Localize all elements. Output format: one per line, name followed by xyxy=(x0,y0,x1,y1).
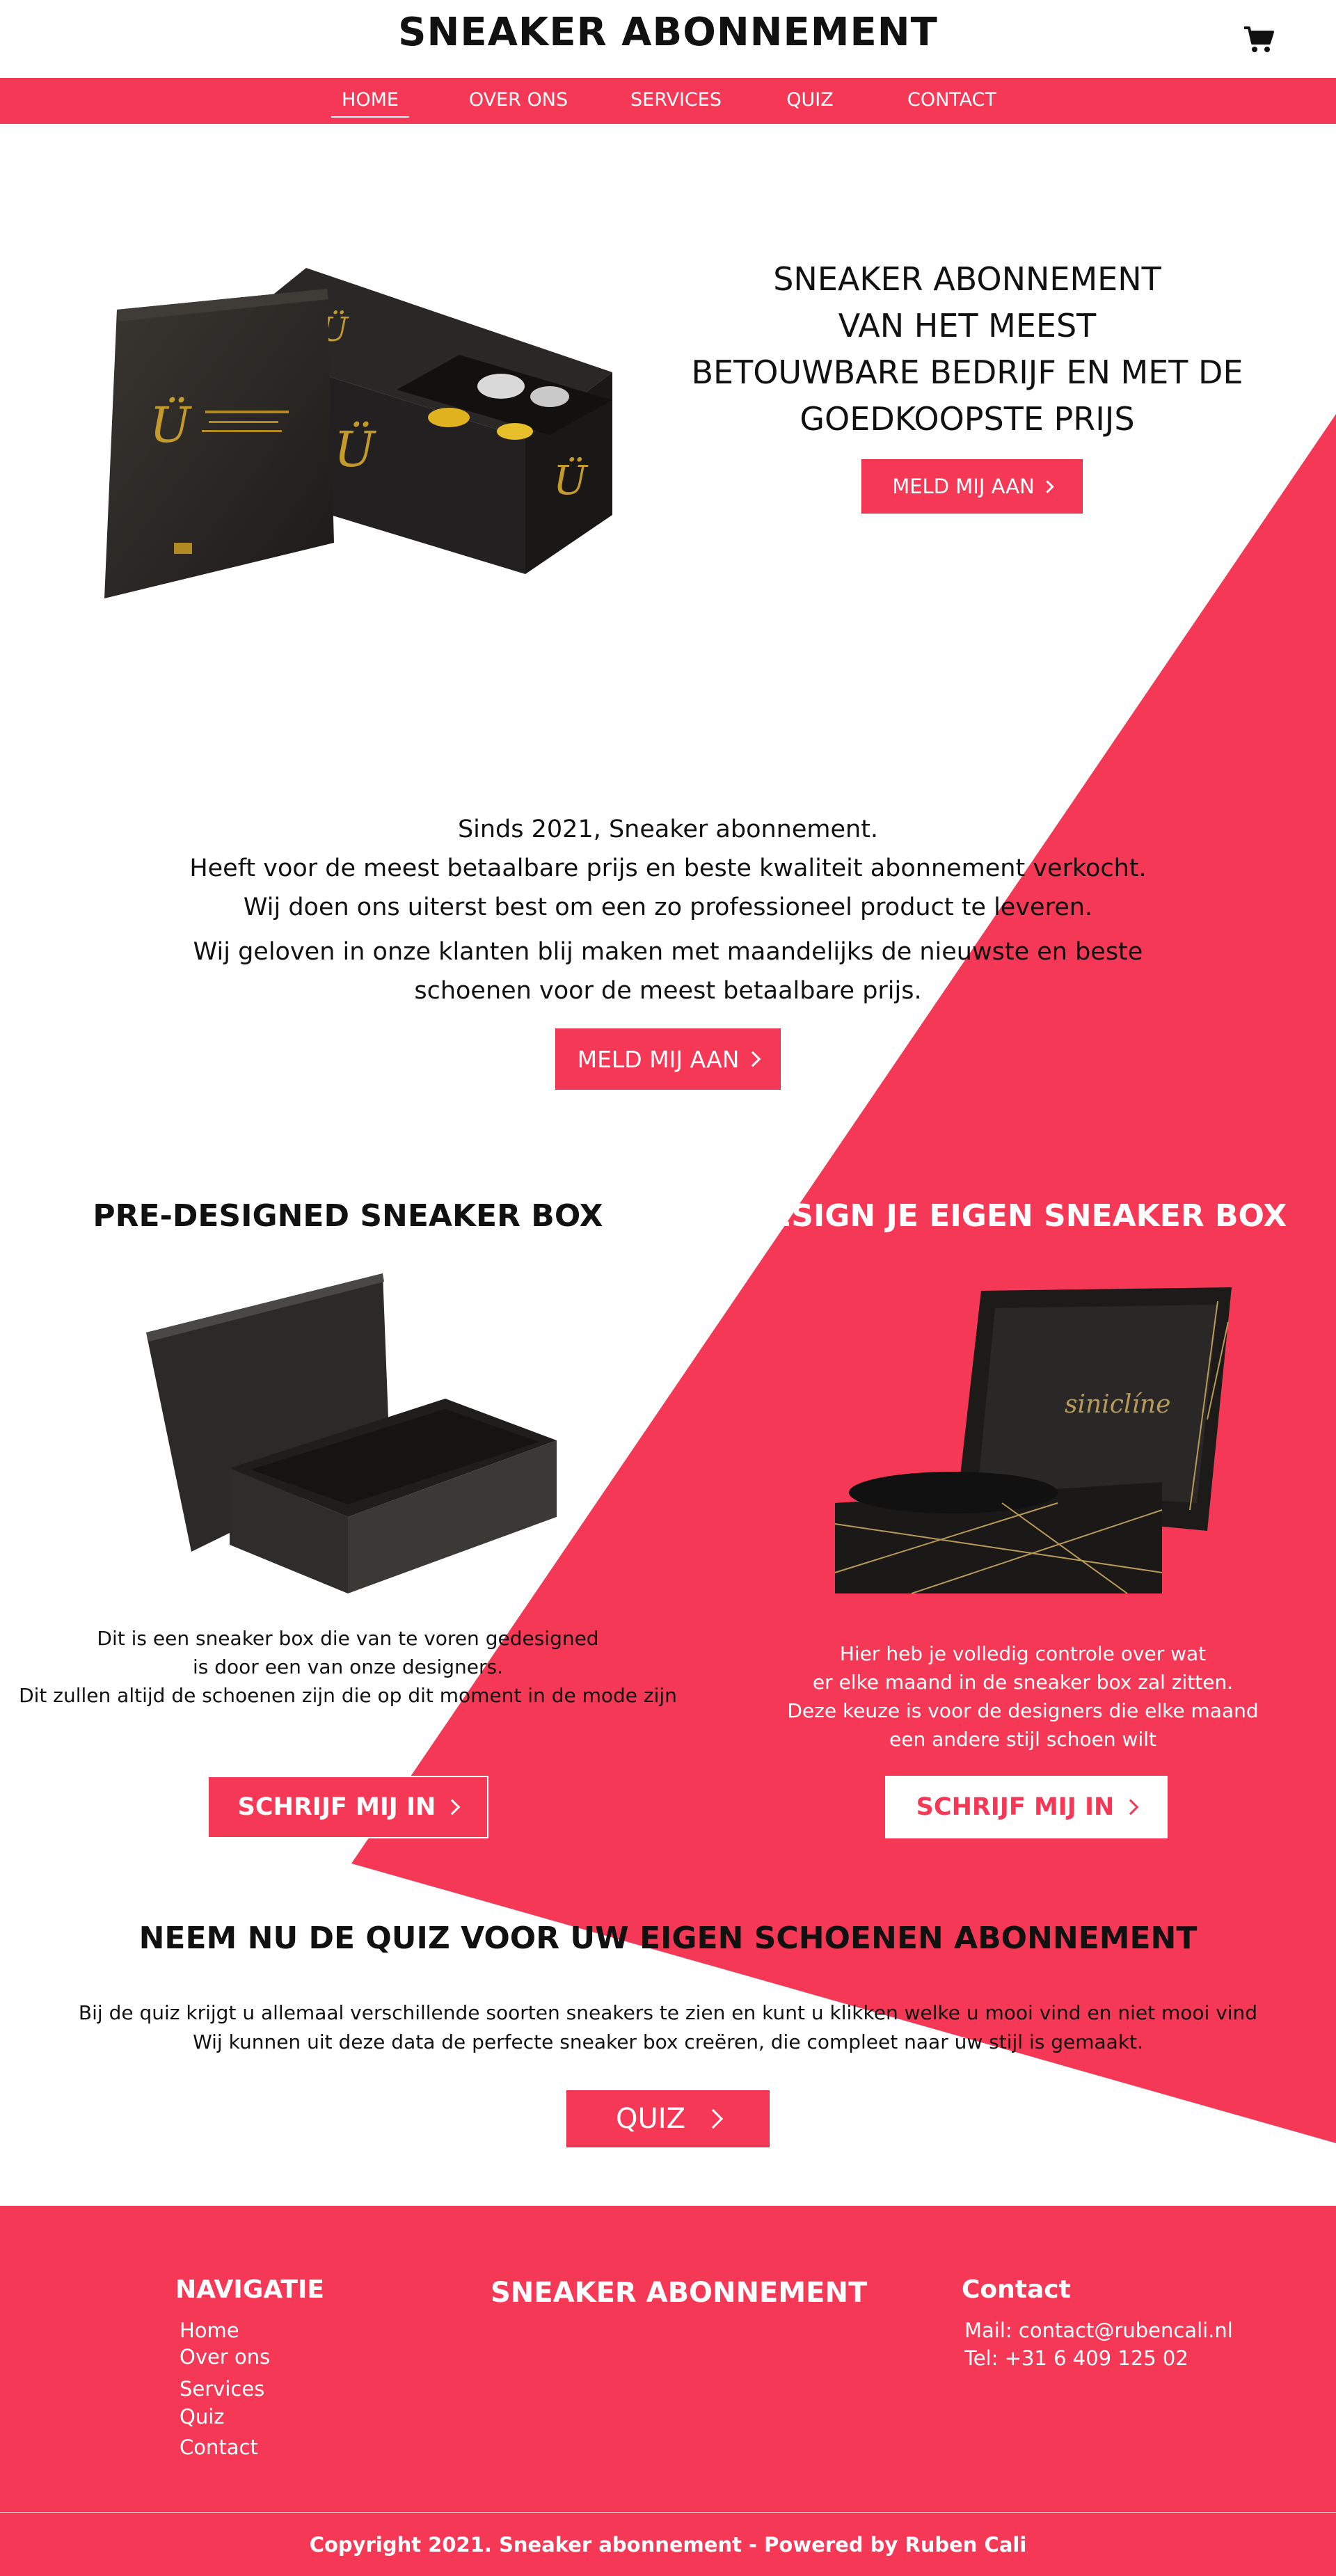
custom-subscribe-button[interactable]: SCHRIJF MIJ IN xyxy=(885,1776,1168,1838)
predesigned-title: PRE-DESIGNED SNEAKER BOX xyxy=(93,1198,603,1234)
footer-link-home[interactable]: Home xyxy=(180,2319,239,2342)
footer-link-services[interactable]: Services xyxy=(180,2377,264,2401)
svg-text:Ü: Ü xyxy=(553,456,589,504)
nav-item-quiz[interactable]: QUIZ xyxy=(785,89,835,111)
main-nav: HOME OVER ONS SERVICES QUIZ CONTACT xyxy=(0,78,1336,124)
nav-item-over-ons[interactable]: OVER ONS xyxy=(466,89,571,111)
chevron-right-icon xyxy=(745,1051,761,1067)
quiz-text-line: Wij kunnen uit deze data de perfecte sne… xyxy=(193,2030,1143,2053)
about-signup-label: MELD MIJ AAN xyxy=(577,1045,740,1073)
svg-text:Ü: Ü xyxy=(150,397,192,454)
predesigned-text-line: is door een van onze designers. xyxy=(192,1655,503,1678)
quiz-title: NEEM NU DE QUIZ VOOR UW EIGEN SCHOENEN A… xyxy=(138,1921,1198,1956)
chevron-right-icon xyxy=(1123,1799,1139,1815)
shopping-cart-icon[interactable] xyxy=(1243,25,1275,54)
hero-signup-button[interactable]: MELD MIJ AAN xyxy=(861,459,1083,514)
hero-title-line: BETOUWBARE BEDRIJF EN MET DE xyxy=(691,353,1243,391)
predesigned-subscribe-label: SCHRIJF MIJ IN xyxy=(237,1793,436,1821)
about-line: schoenen voor de meest betaalbare prijs. xyxy=(414,977,922,1005)
custom-text-line: Hier heb je volledig controle over wat xyxy=(839,1642,1207,1665)
about-line: Sinds 2021, Sneaker abonnement. xyxy=(457,816,879,843)
footer-divider xyxy=(0,2512,1336,2513)
custom-text-line: Deze keuze is voor de designers die elke… xyxy=(787,1699,1259,1722)
chevron-right-icon xyxy=(703,2108,724,2129)
predesigned-text-line: Dit zullen altijd de schoenen zijn die o… xyxy=(19,1684,677,1707)
about-text-2: Wij geloven in onze klanten blij maken m… xyxy=(181,932,1155,1010)
predesigned-subscribe-button[interactable]: SCHRIJF MIJ IN xyxy=(207,1776,488,1838)
footer-link-over-ons[interactable]: Over ons xyxy=(180,2345,270,2369)
hero-title-line: GOEDKOOPSTE PRIJS xyxy=(800,400,1135,438)
hero-title: SNEAKER ABONNEMENT VAN HET MEEST BETOUWB… xyxy=(668,256,1266,443)
about-signup-button[interactable]: MELD MIJ AAN xyxy=(555,1028,781,1090)
quiz-text: Bij de quiz krijgt u allemaal verschille… xyxy=(0,1998,1336,2057)
footer-mail[interactable]: Mail: contact@rubencali.nl xyxy=(964,2319,1233,2342)
chevron-right-icon xyxy=(445,1799,461,1815)
custom-text-line: een andere stijl schoen wilt xyxy=(889,1728,1156,1751)
quiz-text-line: Bij de quiz krijgt u allemaal verschille… xyxy=(78,2001,1258,2024)
site-brand[interactable]: SNEAKER ABONNEMENT xyxy=(0,10,1336,55)
custom-text-line: er elke maand in de sneaker box zal zitt… xyxy=(812,1671,1234,1694)
predesigned-text: Dit is een sneaker box die van te voren … xyxy=(0,1624,696,1710)
custom-subscribe-label: SCHRIJF MIJ IN xyxy=(916,1793,1115,1821)
nav-item-services[interactable]: SERVICES xyxy=(630,89,722,111)
predesigned-box-image xyxy=(146,1273,557,1593)
nav-item-contact[interactable]: CONTACT xyxy=(905,89,999,111)
footer-copyright: Copyright 2021. Sneaker abonnement - Pow… xyxy=(309,2533,1027,2557)
about-line: Heeft voor de meest betaalbare prijs en … xyxy=(189,854,1147,882)
custom-box-image: siniclíne xyxy=(834,1287,1232,1594)
chevron-right-icon xyxy=(1041,479,1054,493)
about-text: Sinds 2021, Sneaker abonnement. Heeft vo… xyxy=(181,810,1155,927)
quiz-button[interactable]: QUIZ xyxy=(566,2090,770,2147)
about-line: Wij geloven in onze klanten blij maken m… xyxy=(193,938,1143,966)
custom-title: DESIGN JE EIGEN SNEAKER BOX xyxy=(745,1198,1287,1234)
footer-contact-title: Contact xyxy=(962,2275,1071,2304)
hero-title-line: SNEAKER ABONNEMENT xyxy=(773,260,1161,298)
custom-box-brand: siniclíne xyxy=(1065,1390,1170,1419)
site-footer: NAVIGATIE Home Over ons Services Quiz Co… xyxy=(0,2206,1336,2576)
footer-link-contact[interactable]: Contact xyxy=(180,2435,258,2459)
footer-nav-title: NAVIGATIE xyxy=(175,2275,324,2304)
custom-text: Hier heb je volledig controle over wat e… xyxy=(696,1639,1336,1754)
about-line: Wij doen ons uiterst best om een zo prof… xyxy=(243,893,1093,921)
hero-signup-label: MELD MIJ AAN xyxy=(892,475,1035,498)
footer-link-quiz[interactable]: Quiz xyxy=(180,2405,225,2428)
hero-title-line: VAN HET MEEST xyxy=(838,307,1097,344)
svg-text:Ü: Ü xyxy=(334,421,376,478)
quiz-button-label: QUIZ xyxy=(616,2103,685,2135)
nav-item-home[interactable]: HOME xyxy=(331,89,409,118)
footer-brand: SNEAKER ABONNEMENT xyxy=(491,2277,868,2309)
site-header: SNEAKER ABONNEMENT xyxy=(0,0,1336,78)
black-luxury-box-image: Ü Ü Ü Ü xyxy=(104,268,612,598)
predesigned-text-line: Dit is een sneaker box die van te voren … xyxy=(97,1627,599,1650)
footer-tel[interactable]: Tel: +31 6 409 125 02 xyxy=(964,2346,1188,2370)
